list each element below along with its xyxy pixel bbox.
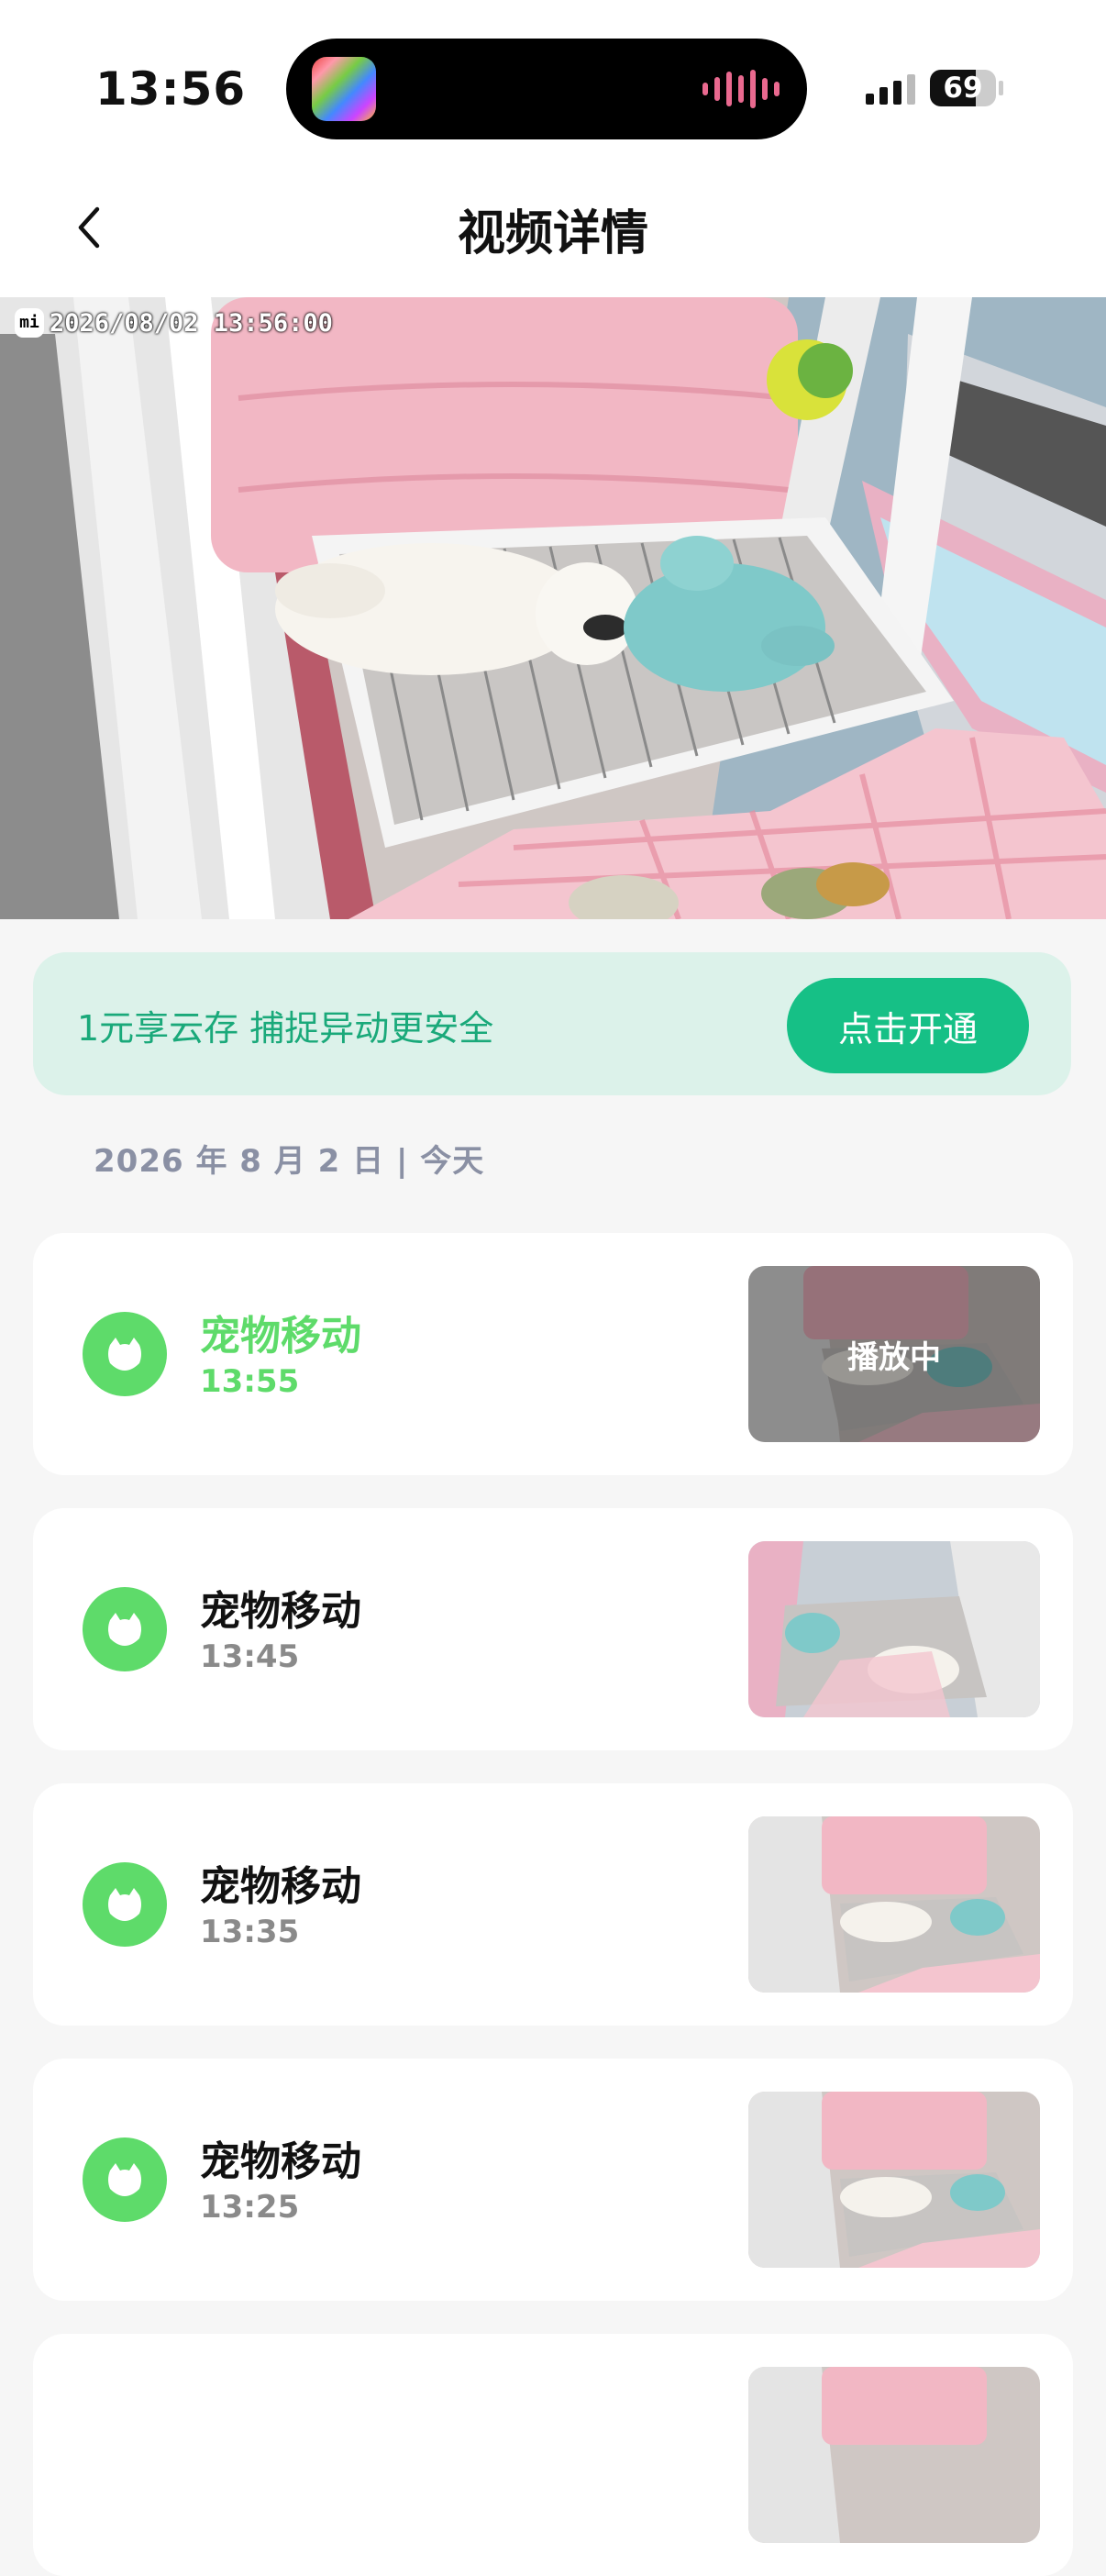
event-thumbnail[interactable]: 播放中 <box>748 1266 1040 1442</box>
battery-nub <box>999 81 1003 95</box>
event-card[interactable] <box>33 2334 1073 2576</box>
status-time: 13:56 <box>95 62 247 116</box>
event-time: 13:35 <box>200 1914 300 1950</box>
event-title: 宠物移动 <box>200 1588 361 1635</box>
playing-overlay: 播放中 <box>748 1266 1040 1442</box>
event-time: 13:25 <box>200 2189 300 2226</box>
pet-icon <box>83 1312 167 1396</box>
dynamic-island[interactable] <box>286 39 807 139</box>
event-title: 宠物移动 <box>200 1863 361 1910</box>
battery-percentage: 69 <box>943 72 983 105</box>
event-time: 13:45 <box>200 1638 300 1675</box>
event-thumbnail[interactable] <box>748 2367 1040 2543</box>
video-player[interactable]: mi 2026/08/02 13:56:00 <box>0 297 1106 919</box>
date-header: 2026 年 8 月 2 日 | 今天 <box>94 1143 485 1180</box>
event-title: 宠物移动 <box>200 2138 361 2185</box>
battery-icon: 69 <box>930 70 996 106</box>
video-timestamp-overlay: mi 2026/08/02 13:56:00 <box>15 308 333 338</box>
status-bar: 13:56 69 <box>0 0 1106 174</box>
video-timestamp: 2026/08/02 13:56:00 <box>50 308 333 338</box>
event-card[interactable]: 宠物移动 13:35 <box>33 1783 1073 2026</box>
nav-header: 视频详情 <box>0 174 1106 297</box>
event-thumbnail[interactable] <box>748 2092 1040 2268</box>
event-thumbnail[interactable] <box>748 1816 1040 1993</box>
event-card[interactable]: 宠物移动 13:25 <box>33 2059 1073 2301</box>
audio-wave-icon <box>702 70 780 108</box>
pet-icon <box>83 1862 167 1947</box>
now-playing-artwork <box>312 57 376 121</box>
event-time: 13:55 <box>200 1363 300 1400</box>
activate-button[interactable]: 点击开通 <box>787 978 1029 1073</box>
promo-text: 1元享云存 捕捉异动更安全 <box>77 1008 494 1049</box>
camera-logo-icon: mi <box>15 308 44 338</box>
event-thumbnail[interactable] <box>748 1541 1040 1717</box>
pet-icon <box>83 1587 167 1671</box>
pet-icon <box>83 2137 167 2222</box>
video-frame <box>0 297 1106 919</box>
cellular-signal-icon <box>866 72 915 105</box>
event-card[interactable]: 宠物移动 13:55 播放中 <box>33 1233 1073 1475</box>
cloud-storage-promo: 1元享云存 捕捉异动更安全 点击开通 <box>33 952 1071 1095</box>
event-card[interactable]: 宠物移动 13:45 <box>33 1508 1073 1750</box>
page-title: 视频详情 <box>457 206 648 261</box>
event-title: 宠物移动 <box>200 1313 361 1360</box>
